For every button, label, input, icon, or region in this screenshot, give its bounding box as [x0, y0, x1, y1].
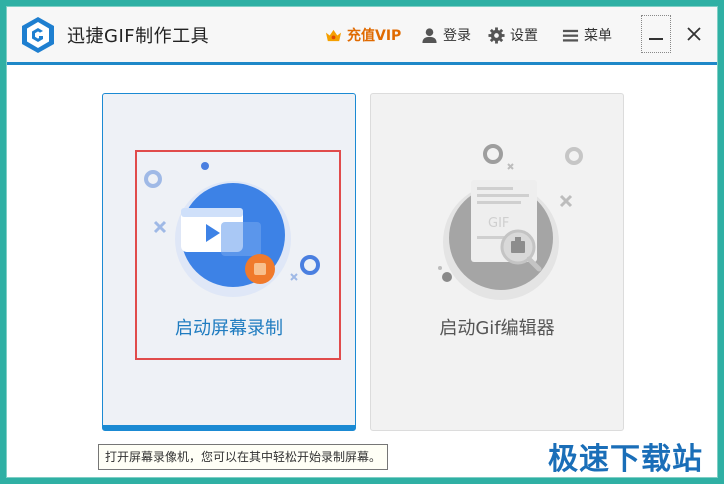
hamburger-icon [562, 29, 579, 42]
app-window: 迅捷GIF制作工具 充值VIP 登录 设置 菜单 启动屏幕录制 GIF 启动Gi… [6, 6, 718, 478]
crown-icon [325, 29, 342, 41]
minimize-button[interactable] [641, 15, 671, 53]
gear-icon [488, 26, 505, 44]
user-icon [422, 27, 437, 43]
app-logo-icon [22, 17, 54, 53]
minimize-icon [649, 38, 663, 40]
close-icon [687, 27, 701, 41]
vip-label: 充值VIP [347, 28, 402, 44]
settings-button[interactable]: 设置 [488, 25, 538, 45]
settings-label: 设置 [510, 28, 538, 44]
start-screen-recording-card[interactable]: 启动屏幕录制 [102, 93, 356, 431]
vip-button[interactable]: 充值VIP [325, 25, 401, 45]
close-button[interactable] [679, 15, 709, 53]
app-title: 迅捷GIF制作工具 [67, 26, 210, 47]
tooltip: 打开屏幕录像机，您可以在其中轻松开始录制屏幕。 [98, 444, 389, 470]
start-gif-editor-card[interactable]: GIF 启动Gif编辑器 [370, 93, 624, 431]
gif-sheet-text: GIF [488, 216, 509, 231]
start-screen-recording-label: 启动屏幕录制 [175, 318, 283, 339]
watermark-logo: 极速下载站 [548, 442, 703, 477]
start-gif-editor-label: 启动Gif编辑器 [439, 318, 555, 339]
menu-label: 菜单 [584, 28, 612, 44]
image-search-icon: GIF [438, 144, 583, 300]
login-button[interactable]: 登录 [421, 25, 471, 45]
login-label: 登录 [443, 28, 471, 44]
title-bar: 迅捷GIF制作工具 充值VIP 登录 设置 菜单 [7, 7, 717, 65]
menu-button[interactable]: 菜单 [562, 25, 612, 45]
